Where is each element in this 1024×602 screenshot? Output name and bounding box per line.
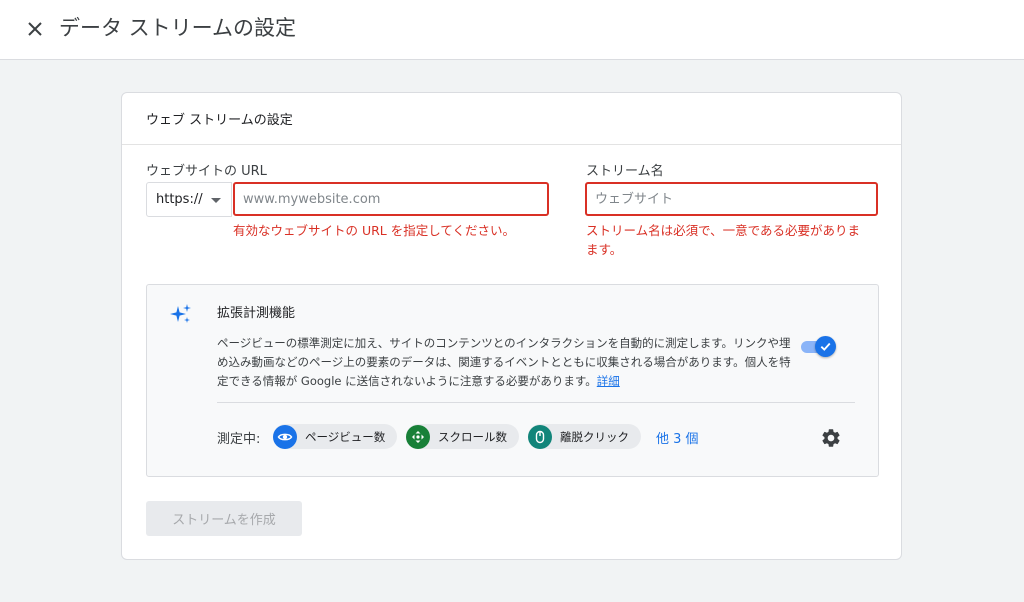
stream-name-error-line2: ます。	[586, 242, 623, 257]
enhanced-measurement-toggle[interactable]	[799, 335, 837, 359]
chip-label: スクロール数	[438, 429, 507, 444]
mouse-icon	[528, 424, 552, 449]
protocol-select[interactable]: https://	[146, 182, 232, 217]
stream-name-input[interactable]	[585, 182, 878, 216]
website-url-error: 有効なウェブサイトの URL を指定してください。	[233, 223, 515, 238]
web-stream-card: ウェブ ストリームの設定 ウェブサイトの URL https:// 有効なウェブ…	[121, 92, 902, 560]
description-text: ページビューの標準測定に加え、サイトのコンテンツとのインタラクションを自動的に測…	[217, 336, 791, 388]
chip-label: 離脱クリック	[560, 429, 629, 444]
stream-name-label: ストリーム名	[586, 164, 664, 179]
measuring-label: 測定中:	[217, 432, 261, 447]
learn-more-link[interactable]: 詳細	[597, 374, 620, 388]
website-url-label: ウェブサイトの URL	[146, 164, 267, 179]
chip-page-views: ページビュー数	[273, 424, 398, 449]
enhanced-measurement-title: 拡張計測機能	[217, 306, 296, 321]
card-header: ウェブ ストリームの設定	[122, 93, 901, 145]
chip-outbound-clicks: 離脱クリック	[528, 424, 641, 449]
chip-scrolls: スクロール数	[406, 424, 519, 449]
protocol-value: https://	[156, 192, 203, 207]
stream-name-error: ストリーム名は必須で、一意である必要がありま ます。	[586, 221, 886, 259]
dropdown-caret-icon	[211, 198, 221, 203]
enhanced-measurement-panel: 拡張計測機能 ページビューの標準測定に加え、サイトのコンテンツとのインタラクショ…	[146, 284, 879, 477]
check-icon	[815, 336, 836, 357]
gear-icon[interactable]	[820, 427, 842, 449]
enhanced-measurement-description: ページビューの標準測定に加え、サイトのコンテンツとのインタラクションを自動的に測…	[217, 334, 795, 391]
card-title: ウェブ ストリームの設定	[146, 113, 293, 128]
top-bar: データ ストリームの設定	[0, 0, 1024, 60]
sparkle-icon	[170, 304, 191, 323]
scroll-arrows-icon	[406, 424, 430, 449]
divider	[217, 402, 855, 403]
website-url-input[interactable]	[233, 182, 549, 216]
page-title: データ ストリームの設定	[59, 16, 297, 40]
create-stream-button[interactable]: ストリームを作成	[146, 501, 302, 536]
stream-name-error-line1: ストリーム名は必須で、一意である必要がありま	[586, 223, 861, 238]
chip-label: ページビュー数	[305, 429, 386, 444]
more-events-link[interactable]: 他 3 個	[656, 428, 699, 447]
eye-icon	[273, 424, 297, 449]
close-icon[interactable]	[22, 16, 48, 42]
